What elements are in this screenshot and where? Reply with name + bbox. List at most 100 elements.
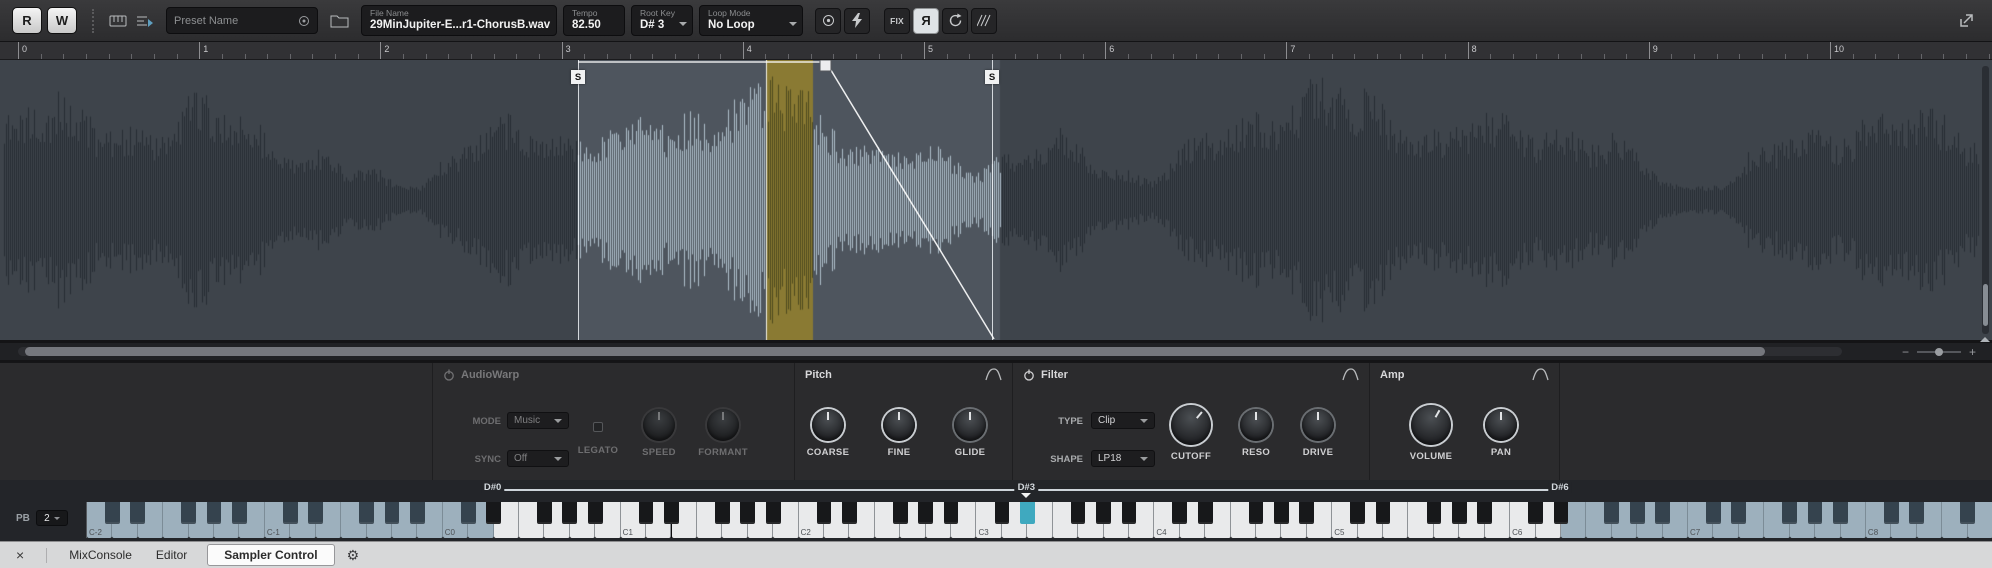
piano-key[interactable]: [384, 502, 400, 524]
piano-key[interactable]: [1197, 502, 1213, 524]
zoom-slider[interactable]: [1916, 347, 1961, 356]
amp-envelope-icon[interactable]: [1532, 368, 1549, 386]
open-in-window-icon[interactable]: [1953, 7, 1980, 34]
preset-name-field[interactable]: Preset Name: [166, 7, 318, 34]
cutoff-knob[interactable]: [1171, 405, 1211, 445]
piano-key[interactable]: [1096, 502, 1111, 524]
piano-key[interactable]: [943, 502, 959, 524]
piano-key-root[interactable]: [1019, 502, 1035, 524]
drag-phrase-icon[interactable]: [131, 7, 158, 34]
piano-key[interactable]: [765, 502, 781, 524]
sample-start-flag[interactable]: S: [571, 70, 585, 84]
sample-start-marker[interactable]: S: [571, 60, 585, 340]
audiowarp-power-button[interactable]: [443, 369, 455, 381]
sync-dropdown[interactable]: Off: [507, 450, 569, 467]
piano-key[interactable]: [1299, 502, 1315, 524]
write-automation-button[interactable]: W: [47, 7, 77, 34]
piano-key[interactable]: [1172, 502, 1188, 524]
vertical-zoom-slider[interactable]: [1980, 66, 1990, 342]
piano-key[interactable]: [994, 502, 1010, 524]
piano-key[interactable]: [537, 502, 552, 524]
piano-key[interactable]: [130, 502, 146, 524]
piano-key[interactable]: [282, 502, 298, 524]
fine-knob[interactable]: [883, 409, 915, 441]
volume-knob[interactable]: [1411, 405, 1451, 445]
key-range-strip[interactable]: D#0 D#3 D#6: [86, 480, 1992, 502]
piano-key[interactable]: [105, 502, 120, 524]
piano-key[interactable]: [1909, 502, 1925, 524]
piano-key[interactable]: [1426, 502, 1442, 524]
reso-knob[interactable]: [1240, 409, 1272, 441]
piano-key[interactable]: [1833, 502, 1848, 524]
one-shot-button[interactable]: [844, 7, 870, 34]
slice-button[interactable]: [971, 7, 997, 34]
piano-key[interactable]: [638, 502, 654, 524]
piano-key[interactable]: [587, 502, 603, 524]
zoom-out-button[interactable]: −: [1902, 345, 1909, 359]
piano-key[interactable]: [1350, 502, 1366, 524]
piano-key[interactable]: [1807, 502, 1823, 524]
piano-key[interactable]: [1629, 502, 1645, 524]
piano-key[interactable]: [892, 502, 908, 524]
sample-end-marker[interactable]: S: [985, 60, 999, 340]
root-key-marker[interactable]: D#3: [1014, 482, 1038, 493]
piano-key[interactable]: [562, 502, 578, 524]
warp-mode-dropdown[interactable]: Music: [507, 412, 569, 429]
piano-keyboard[interactable]: C-2 C-1 C0 C1 C2 C3 C4 C5 C6 C7 C8: [86, 502, 1992, 538]
piano-key[interactable]: [308, 502, 324, 524]
glide-knob[interactable]: [954, 409, 986, 441]
piano-key[interactable]: [206, 502, 222, 524]
coarse-knob[interactable]: [812, 409, 844, 441]
piano-key[interactable]: [1274, 502, 1289, 524]
close-icon[interactable]: ×: [16, 548, 24, 562]
piano-key[interactable]: [1528, 502, 1543, 524]
piano-key[interactable]: [842, 502, 857, 524]
waveform-display[interactable]: S S: [0, 60, 1992, 342]
sample-end-flag[interactable]: S: [985, 70, 999, 84]
range-low-marker[interactable]: D#0: [480, 482, 505, 493]
filter-envelope-icon[interactable]: [1342, 368, 1359, 386]
file-name-field[interactable]: File Name 29MinJupiter-E...r1-ChorusB.wa…: [361, 5, 557, 36]
piano-key[interactable]: [1553, 502, 1569, 524]
horizontal-scroll-thumb[interactable]: [25, 347, 1765, 356]
piano-key[interactable]: [359, 502, 374, 524]
pan-knob[interactable]: [1485, 409, 1517, 441]
import-file-icon[interactable]: [326, 7, 353, 34]
snap-zero-crossing-button[interactable]: [815, 7, 841, 34]
piano-key[interactable]: [918, 502, 933, 524]
filter-shape-dropdown[interactable]: LP18: [1091, 450, 1155, 467]
piano-key[interactable]: [714, 502, 730, 524]
loop-mode-field[interactable]: Loop Mode No Loop: [699, 5, 803, 36]
piano-key[interactable]: [1477, 502, 1493, 524]
piano-key[interactable]: [1070, 502, 1086, 524]
piano-key[interactable]: [1451, 502, 1467, 524]
piano-key[interactable]: [1121, 502, 1137, 524]
fixed-pitch-button[interactable]: FIX: [884, 7, 910, 34]
sample-loop-button[interactable]: [942, 7, 968, 34]
zoom-slider-handle[interactable]: [1934, 347, 1943, 356]
read-automation-button[interactable]: R: [12, 7, 42, 34]
piano-key[interactable]: [410, 502, 425, 524]
preset-browser-icon[interactable]: [298, 15, 310, 27]
tab-sampler-control[interactable]: Sampler Control: [207, 544, 335, 566]
piano-key[interactable]: [181, 502, 197, 524]
piano-key[interactable]: [460, 502, 476, 524]
piano-key[interactable]: [1655, 502, 1670, 524]
piano-key[interactable]: [664, 502, 679, 524]
piano-key[interactable]: [1375, 502, 1391, 524]
reverse-button[interactable]: Я: [913, 7, 939, 34]
tab-mixconsole[interactable]: MixConsole: [57, 542, 144, 568]
piano-key[interactable]: [1604, 502, 1620, 524]
fade-handle[interactable]: [819, 60, 832, 72]
vertical-zoom-thumb[interactable]: [1983, 284, 1988, 326]
pitchbend-range-dropdown[interactable]: 2: [35, 510, 68, 526]
zoom-in-button[interactable]: +: [1969, 345, 1976, 359]
piano-key[interactable]: [816, 502, 832, 524]
horizontal-scrollbar[interactable]: [18, 347, 1842, 356]
pitch-envelope-icon[interactable]: [985, 368, 1002, 386]
piano-key[interactable]: [1706, 502, 1721, 524]
piano-key[interactable]: [1960, 502, 1975, 524]
drive-knob[interactable]: [1302, 409, 1334, 441]
filter-type-dropdown[interactable]: Clip: [1091, 412, 1155, 429]
legato-button[interactable]: [593, 422, 603, 432]
